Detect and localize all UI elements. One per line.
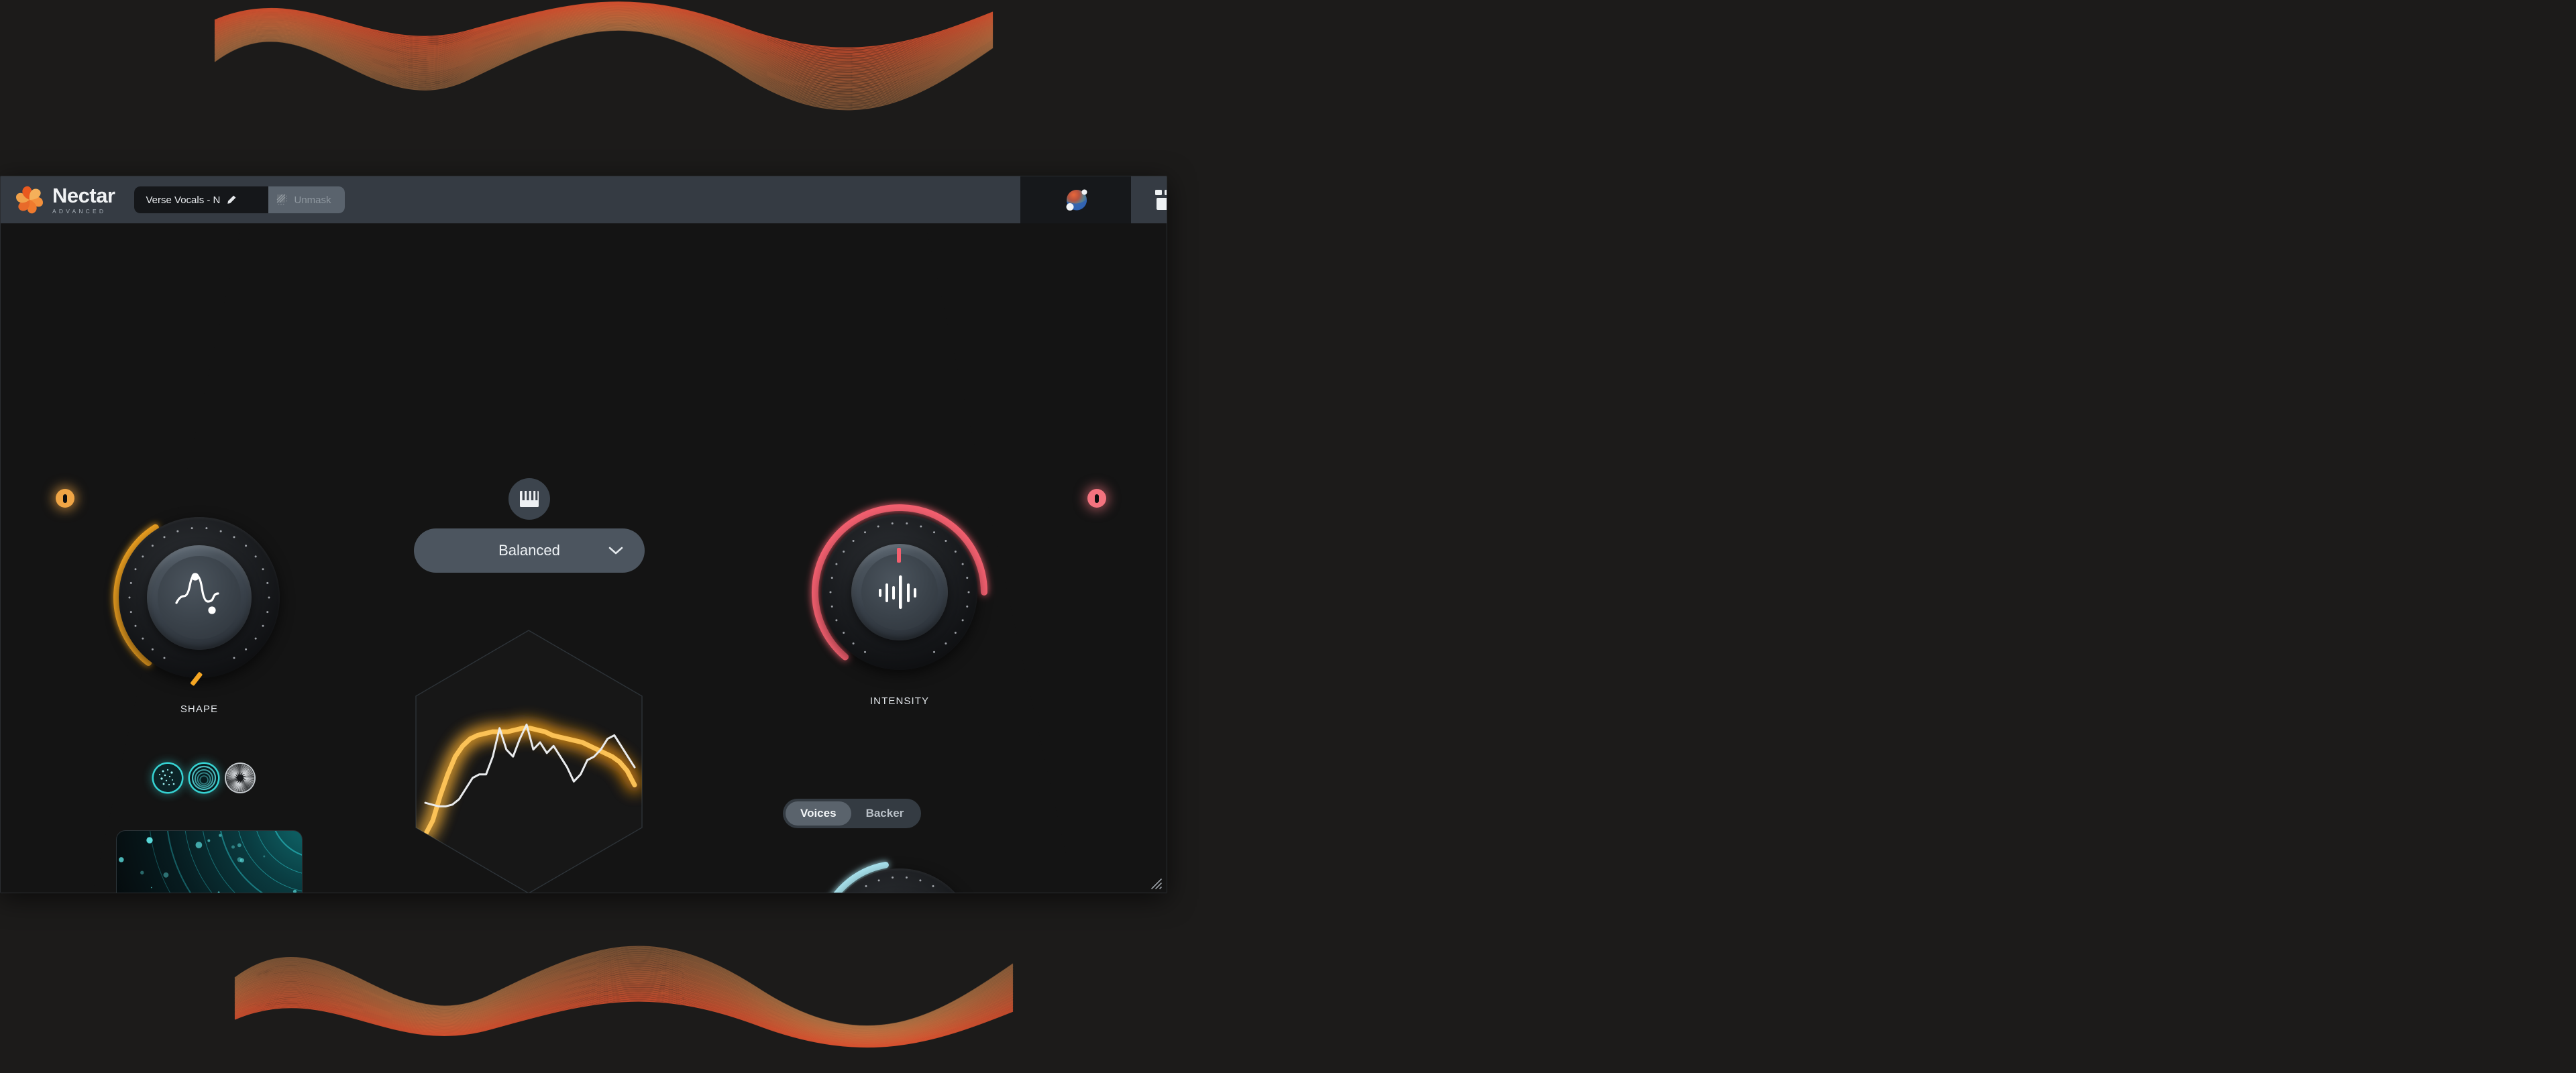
harmony-style-value: Balanced	[498, 542, 560, 559]
preset-group: Verse Vocals - N Unmask	[133, 186, 345, 213]
particles-effect-button[interactable]	[154, 764, 182, 792]
power-toggle-top-right[interactable]	[1087, 489, 1106, 508]
shape-knob-group: SHAPE	[99, 497, 300, 715]
audio-bars-icon	[879, 575, 916, 609]
rings-effect-button[interactable]	[190, 764, 218, 792]
octaves-knob-group: Octaves 34 %	[802, 847, 997, 893]
unmask-label: Unmask	[294, 194, 331, 206]
waveform-curve-icon	[175, 573, 219, 614]
screen-root: Nectar ADVANCED Verse Vocals - N Unmask …	[0, 0, 2576, 1073]
harmony-sphere-icon	[1062, 186, 1090, 214]
plugin-body: SHAPE Balanced INTENSITY Voices Backer	[1, 223, 1167, 893]
harmony-style-dropdown[interactable]: Balanced	[414, 528, 645, 573]
modules-button[interactable]	[1131, 176, 1167, 223]
header-left-section: Nectar ADVANCED Verse Vocals - N Unmask	[1, 176, 1020, 223]
resize-grip-icon[interactable]	[1148, 875, 1163, 890]
plugin-header: Nectar ADVANCED Verse Vocals - N Unmask	[1, 176, 1167, 223]
radial-burst-effect-button[interactable]	[226, 764, 254, 792]
power-toggle-top-left[interactable]	[56, 489, 74, 508]
unmask-icon	[276, 194, 287, 205]
intensity-knob-label: INTENSITY	[869, 695, 930, 707]
tab-voices[interactable]: Voices	[786, 801, 851, 826]
piano-keys-button[interactable]	[508, 478, 550, 520]
preset-name-field[interactable]: Verse Vocals - N	[133, 186, 268, 213]
harmony-spectrum-visualizer	[413, 628, 645, 893]
octaves-knob[interactable]: Octaves	[802, 847, 997, 893]
pencil-icon[interactable]	[226, 194, 237, 205]
unmask-button[interactable]: Unmask	[268, 186, 345, 213]
app-logo: Nectar ADVANCED	[14, 184, 115, 215]
modules-grid-icon	[1155, 190, 1167, 210]
intensity-knob[interactable]	[799, 492, 1000, 693]
nectar-flower-icon	[14, 184, 45, 215]
chevron-down-icon	[608, 547, 623, 555]
plugin-window: Nectar ADVANCED Verse Vocals - N Unmask …	[0, 176, 1167, 893]
tab-backer[interactable]: Backer	[851, 801, 919, 826]
shape-knob[interactable]	[99, 497, 300, 698]
module-icon-button[interactable]	[1020, 176, 1131, 223]
app-name: Nectar	[52, 184, 115, 208]
app-edition: ADVANCED	[52, 208, 107, 215]
preset-name-text: Verse Vocals - N	[146, 194, 221, 206]
shape-knob-label: SHAPE	[180, 703, 219, 715]
voices-backer-tabs: Voices Backer	[783, 799, 922, 828]
piano-keys-icon	[520, 491, 539, 507]
effect-thumbs-row	[154, 764, 254, 792]
intensity-mix-xy-pad[interactable]: Intensity Mix	[116, 830, 303, 893]
background-wave-top	[214, 1, 994, 111]
intensity-knob-group: INTENSITY	[799, 492, 1000, 707]
